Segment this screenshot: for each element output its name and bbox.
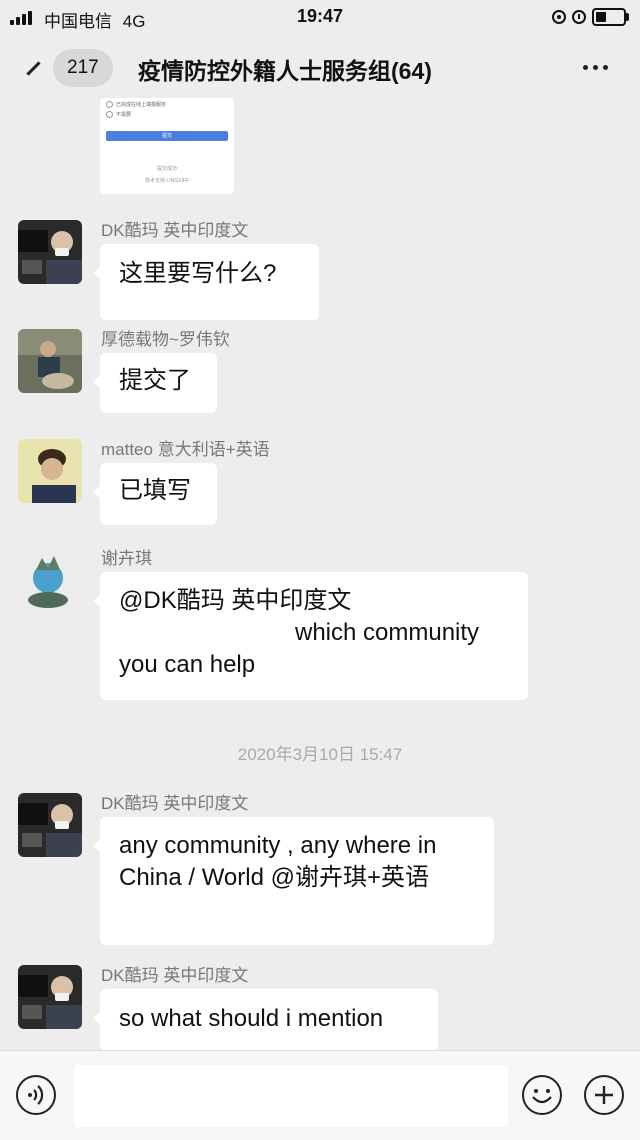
image-footer-status: 提交成功	[156, 166, 177, 172]
voice-icon[interactable]	[16, 1075, 56, 1115]
sender-name: matteo 意大利语+英语	[101, 440, 270, 459]
sender-name: 厚德载物~罗伟钦	[101, 330, 230, 349]
avatar[interactable]	[18, 548, 82, 612]
message-text: 已填写	[119, 477, 191, 504]
sender-name: DK酷玛 英中印度文	[101, 221, 249, 240]
message-bubble[interactable]: so what should i mention	[93, 989, 438, 1051]
unread-count-badge: 217	[53, 49, 113, 87]
message-text: 提交了	[119, 367, 191, 394]
message-bubble[interactable]: 已填写	[93, 463, 217, 525]
image-footer-support: 技术支持 LINGXIFF	[145, 178, 189, 184]
avatar[interactable]	[18, 793, 82, 857]
avatar[interactable]	[18, 965, 82, 1029]
message-text: so what should i mention	[119, 1005, 384, 1032]
input-bar	[0, 1050, 640, 1140]
avatar[interactable]	[18, 220, 82, 284]
message-text: 这里要写什么?	[119, 260, 277, 287]
chat-header: 217 疫情防控外籍人士服务组(64)	[0, 34, 640, 100]
chevron-left-icon	[26, 60, 41, 76]
more-icon[interactable]	[583, 65, 608, 70]
chat-title: 疫情防控外籍人士服务组(64)	[138, 58, 432, 84]
message-text-line: which community	[295, 619, 480, 646]
back-button[interactable]: 217	[22, 48, 113, 88]
plus-icon[interactable]	[584, 1075, 624, 1115]
message-text-line: you can help	[119, 651, 256, 678]
message-bubble[interactable]: 这里要写什么?	[93, 244, 319, 320]
message-text-line: any community , any where in	[119, 832, 437, 859]
sender-name: DK酷玛 英中印度文	[101, 794, 249, 813]
shared-image-message[interactable]: 已完成在线上填报服务 不需要 提交 提交成功 技术支持 LINGXIFF	[100, 98, 234, 194]
image-option-2: 不需要	[106, 111, 131, 118]
image-option-1: 已完成在线上填报服务	[106, 101, 166, 108]
chat-timestamp: 2020年3月10日 15:47	[237, 745, 403, 764]
clock: 19:47	[296, 6, 344, 26]
emoji-icon[interactable]	[522, 1075, 562, 1115]
alarm-icon	[572, 10, 586, 24]
message-bubble[interactable]: any community , any where in China / Wor…	[93, 817, 494, 945]
status-icons	[552, 8, 629, 26]
image-submit-button: 提交	[106, 131, 228, 141]
message-bubble[interactable]: 提交了	[93, 353, 217, 413]
message-text-line: China / World @谢卉琪+英语	[119, 864, 429, 891]
battery-icon	[592, 8, 629, 26]
avatar[interactable]	[18, 439, 82, 503]
message-text-line: @DK酷玛 英中印度文	[119, 587, 352, 614]
message-input[interactable]	[74, 1065, 508, 1127]
avatar[interactable]	[18, 329, 82, 393]
status-bar: 中国电信 4G 19:47	[0, 0, 640, 34]
sender-name: 谢卉琪	[101, 549, 152, 568]
sender-name: DK酷玛 英中印度文	[101, 966, 249, 985]
orientation-lock-icon	[552, 10, 566, 24]
message-bubble[interactable]: @DK酷玛 英中印度文 which community you can help	[93, 572, 528, 700]
